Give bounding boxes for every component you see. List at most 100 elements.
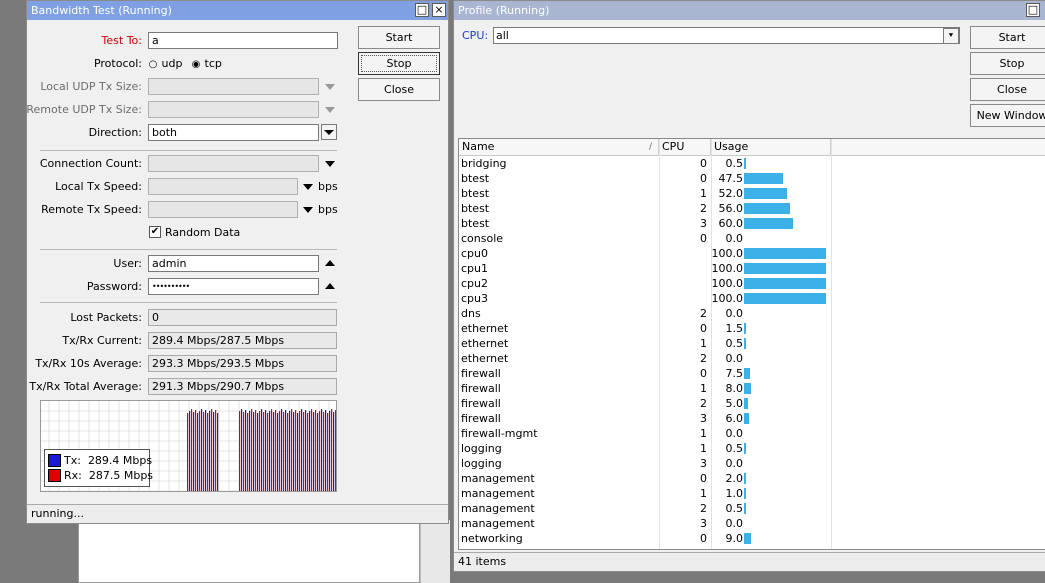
table-row[interactable]: logging 3 0.0	[459, 456, 1045, 471]
table-row[interactable]: management 1 1.0	[459, 486, 1045, 501]
table-row[interactable]: firewall 3 6.0	[459, 411, 1045, 426]
table-row[interactable]: management 2 0.5	[459, 501, 1045, 516]
password-input[interactable]: ••••••••••	[148, 278, 319, 295]
column-header-name[interactable]: Name /	[459, 139, 659, 156]
table-row[interactable]: firewall-mgmt 1 0.0	[459, 426, 1045, 441]
row-cpu: 0	[700, 472, 707, 485]
table-row[interactable]: btest 0 47.5	[459, 171, 1045, 186]
restore-icon[interactable]: □	[415, 3, 429, 17]
graph-bar	[215, 410, 217, 491]
usage-bar	[744, 368, 750, 379]
graph-bar	[199, 411, 201, 491]
graph-bar	[209, 411, 211, 491]
close-icon[interactable]: ×	[432, 3, 446, 17]
table-row[interactable]: firewall 0 7.5	[459, 366, 1045, 381]
table-row[interactable]: btest 2 56.0	[459, 201, 1045, 216]
table-header: Name / CPU Usage	[459, 139, 1045, 156]
table-row[interactable]: dns 2 0.0	[459, 306, 1045, 321]
chevron-down-icon[interactable]	[325, 161, 335, 167]
table-row[interactable]: cpu3 100.0	[459, 291, 1045, 306]
restore-icon[interactable]: □	[1026, 3, 1040, 17]
cpu-dropdown-button[interactable]: ⯆	[943, 28, 959, 44]
row-usage: 0.5	[725, 337, 744, 350]
graph-bar	[245, 410, 247, 491]
table-row[interactable]: btest 1 52.0	[459, 186, 1045, 201]
table-row[interactable]: firewall 1 8.0	[459, 381, 1045, 396]
table-row[interactable]: ethernet 2 0.0	[459, 351, 1045, 366]
column-header-usage[interactable]: Usage	[711, 139, 831, 156]
graph-bar	[289, 411, 291, 491]
usage-bar	[744, 278, 826, 289]
row-name: cpu0	[461, 247, 489, 260]
row-name: firewall	[461, 367, 501, 380]
graph-bar	[329, 411, 331, 491]
column-header-cpu[interactable]: CPU	[659, 139, 711, 156]
graph-bar	[243, 412, 245, 491]
stop-button[interactable]: Stop	[970, 52, 1045, 75]
close-button[interactable]: Close	[358, 78, 440, 101]
row-name: cpu1	[461, 262, 489, 275]
user-input[interactable]: admin	[148, 255, 319, 272]
row-cpu: 1	[700, 442, 707, 455]
random-data-label: Random Data	[165, 226, 241, 239]
usage-bar	[744, 173, 783, 184]
chevron-down-icon[interactable]	[303, 184, 313, 190]
start-button[interactable]: Start	[970, 26, 1045, 49]
close-button[interactable]: Close	[970, 78, 1045, 101]
bandwidth-test-titlebar[interactable]: Bandwidth Test (Running)	[27, 1, 448, 20]
local-tx-speed-input[interactable]	[148, 178, 298, 195]
row-cpu: 1	[700, 427, 707, 440]
graph-bar	[295, 410, 297, 491]
table-row[interactable]: ethernet 1 0.5	[459, 336, 1045, 351]
table-row[interactable]: bridging 0 0.5	[459, 156, 1045, 171]
table-row[interactable]: networking 0 9.0	[459, 531, 1045, 546]
stop-button[interactable]: Stop	[358, 52, 440, 75]
chevron-up-icon[interactable]	[325, 260, 335, 266]
protocol-udp-radio[interactable]: ○ udp	[148, 57, 183, 70]
table-row[interactable]: console 0 0.0	[459, 231, 1045, 246]
table-row[interactable]: logging 1 0.5	[459, 441, 1045, 456]
profile-titlebar[interactable]: Profile (Running)	[454, 1, 1045, 20]
usage-bar	[744, 158, 746, 169]
cpu-select[interactable]: all	[493, 27, 960, 44]
chevron-down-icon: ⯆	[947, 31, 955, 40]
table-row[interactable]: ethernet 0 1.5	[459, 321, 1045, 336]
test-to-input[interactable]: a	[148, 32, 338, 49]
chevron-up-icon[interactable]	[325, 283, 335, 289]
table-row[interactable]: cpu0 100.0	[459, 246, 1045, 261]
local-tx-speed-unit: bps	[318, 180, 338, 193]
graph-bar	[261, 409, 263, 491]
chevron-down-icon[interactable]	[303, 207, 313, 213]
graph-bar	[263, 412, 265, 491]
local-udp-tx-size-label: Local UDP Tx Size:	[40, 80, 142, 93]
legend-tx-value: 289.4 Mbps	[87, 454, 153, 467]
graph-bar	[277, 413, 279, 491]
row-usage: 5.0	[725, 397, 744, 410]
direction-dropdown-button[interactable]	[321, 124, 337, 140]
test-to-label: Test To:	[101, 34, 142, 47]
row-name: firewall	[461, 397, 501, 410]
row-name: management	[461, 472, 535, 485]
local-udp-tx-size-input	[148, 78, 319, 95]
protocol-tcp-radio[interactable]: ◉ tcp	[191, 57, 222, 70]
legend-rx: Rx: 287.5 Mbps	[48, 469, 153, 483]
remote-tx-speed-input[interactable]	[148, 201, 298, 218]
row-name: bridging	[461, 157, 507, 170]
graph-bar	[287, 413, 289, 491]
row-cpu: 2	[700, 202, 707, 215]
random-data-checkbox[interactable]: ✔	[149, 226, 161, 238]
usage-bar	[744, 323, 746, 334]
table-row[interactable]: firewall 2 5.0	[459, 396, 1045, 411]
table-row[interactable]: management 3 0.0	[459, 516, 1045, 531]
connection-count-input[interactable]	[148, 155, 319, 172]
user-label: User:	[113, 257, 142, 270]
remote-tx-speed-unit: bps	[318, 203, 338, 216]
new-window-button[interactable]: New Window	[970, 104, 1045, 127]
graph-bar	[333, 412, 335, 491]
table-row[interactable]: cpu2 100.0	[459, 276, 1045, 291]
start-button[interactable]: Start	[358, 26, 440, 49]
direction-select[interactable]: both	[148, 124, 319, 141]
table-row[interactable]: management 0 2.0	[459, 471, 1045, 486]
table-row[interactable]: btest 3 60.0	[459, 216, 1045, 231]
table-row[interactable]: cpu1 100.0	[459, 261, 1045, 276]
